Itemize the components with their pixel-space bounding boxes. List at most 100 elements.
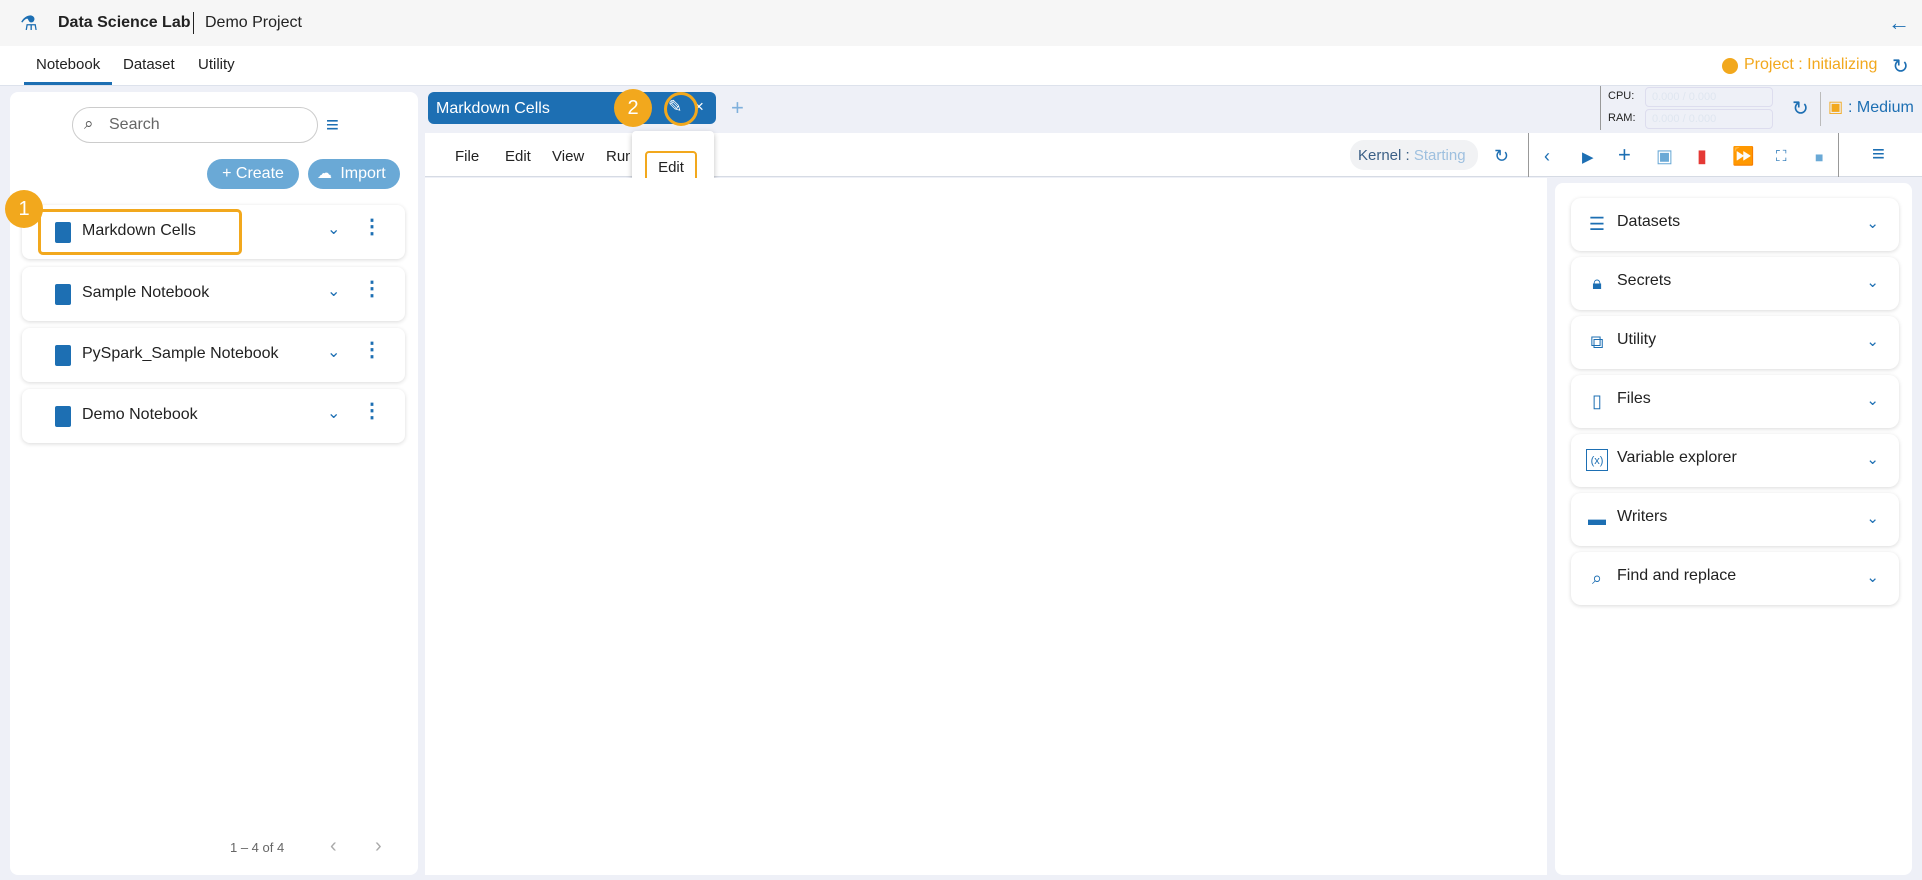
menu-icon[interactable]: ≡ (326, 112, 339, 138)
database-icon: ☰ (1588, 214, 1606, 234)
more-options-icon[interactable]: ⋮ (362, 217, 382, 237)
hamburger-menu-icon[interactable]: ≡ (1872, 141, 1885, 167)
divider (1600, 86, 1601, 130)
notebook-icon (55, 284, 71, 305)
cpu-label: CPU: (1608, 90, 1635, 102)
panel-files[interactable]: ▯ Files ⌄ (1571, 375, 1899, 428)
chevron-left-icon[interactable]: ‹ (1544, 146, 1550, 167)
search-placeholder: Search (109, 116, 160, 133)
more-options-icon[interactable]: ⋮ (362, 340, 382, 360)
tab-utility[interactable]: Utility (198, 56, 235, 73)
kernel-status: Kernel : Starting (1350, 140, 1478, 170)
cloud-download-icon: ☁ (317, 165, 332, 182)
lock-key-icon: 🔒︎ (1592, 273, 1602, 293)
search-input[interactable]: Search (72, 107, 318, 143)
more-options-icon[interactable]: ⋮ (362, 279, 382, 299)
chevron-down-icon[interactable]: ⌄ (327, 342, 340, 362)
tab-notebook[interactable]: Notebook (36, 56, 100, 73)
annotation-badge-2: 2 (614, 89, 652, 127)
chevron-down-icon: ⌄ (1866, 569, 1879, 586)
pagination-label: 1 – 4 of 4 (230, 840, 285, 855)
divider (1820, 92, 1821, 126)
divider (193, 12, 194, 34)
notebook-editor-area[interactable] (425, 178, 1547, 875)
notebook-name: PySpark_Sample Notebook (82, 345, 279, 362)
project-name: Demo Project (205, 14, 302, 31)
chevron-down-icon: ⌄ (1866, 333, 1879, 350)
kernel-state: Starting (1413, 147, 1466, 164)
chevron-down-icon: ⌄ (1866, 392, 1879, 409)
stop-icon[interactable]: ■ (1815, 149, 1823, 165)
nav-tabs: Notebook Dataset Utility Project : Initi… (0, 46, 1922, 86)
panel-variable-explorer[interactable]: (x) Variable explorer ⌄ (1571, 434, 1899, 487)
find-replace-icon: ⌕ (1591, 568, 1603, 588)
kernel-label: Kernel : (1358, 147, 1410, 164)
list-item[interactable]: Sample Notebook ⌄ ⋮ (22, 267, 405, 321)
list-item[interactable]: PySpark_Sample Notebook ⌄ ⋮ (22, 328, 405, 382)
project-status: Project : Initializing (1744, 56, 1878, 73)
cpu-usage: 0.000 / 0.000 (1645, 87, 1773, 107)
notebook-icon (55, 345, 71, 366)
tab-dataset[interactable]: Dataset (123, 56, 175, 73)
save-icon[interactable]: ▣ (1656, 146, 1673, 167)
add-cell-icon[interactable]: + (1618, 142, 1631, 168)
chevron-down-icon[interactable]: ⌄ (327, 281, 340, 301)
more-options-icon[interactable]: ⋮ (362, 401, 382, 421)
resource-size: : Medium (1848, 99, 1914, 116)
add-tab-icon[interactable]: + (731, 95, 744, 121)
create-button[interactable]: + Create (207, 159, 299, 189)
ram-usage: 0.000 / 0.000 (1645, 109, 1773, 129)
import-label: Import (340, 165, 386, 182)
chevron-down-icon: ⌄ (1866, 451, 1879, 468)
divider (1838, 133, 1839, 177)
app-name: Data Science Lab (58, 14, 191, 31)
next-page-icon[interactable]: › (375, 835, 382, 858)
chevron-down-icon: ⌄ (1866, 274, 1879, 291)
chevron-down-icon: ⌄ (1866, 215, 1879, 232)
active-tab-underline (24, 82, 112, 85)
status-dot-icon (1722, 58, 1738, 74)
panel-secrets[interactable]: 🔒︎ Secrets ⌄ (1571, 257, 1899, 310)
panel-datasets[interactable]: ☰ Datasets ⌄ (1571, 198, 1899, 251)
menu-run[interactable]: Run (606, 148, 630, 165)
panel-label: Writers (1617, 508, 1668, 525)
annotation-badge-1: 1 (5, 190, 43, 228)
app-header: ⚗ Data Science Lab Demo Project ← (0, 0, 1922, 46)
menu-edit[interactable]: Edit (505, 148, 531, 165)
notebook-tab-label: Markdown Cells (436, 100, 550, 117)
fullscreen-icon[interactable]: ⛶ (1776, 148, 1787, 165)
python-icon: ⧉ (1590, 332, 1604, 352)
panel-label: Secrets (1617, 272, 1672, 289)
run-all-icon[interactable]: ⏩ (1732, 146, 1754, 167)
panel-label: Files (1617, 390, 1651, 407)
panel-label: Variable explorer (1617, 449, 1737, 466)
notebook-icon (55, 406, 71, 427)
prev-page-icon[interactable]: ‹ (330, 835, 337, 858)
file-icon: ▯ (1592, 391, 1602, 411)
notebook-name: Sample Notebook (82, 284, 210, 301)
refresh-resources-icon[interactable]: ↻ (1792, 96, 1809, 121)
run-icon[interactable]: ▶ (1582, 148, 1594, 166)
panel-label: Find and replace (1617, 567, 1737, 584)
panel-utility[interactable]: ⧉ Utility ⌄ (1571, 316, 1899, 369)
restart-kernel-icon[interactable]: ↻ (1494, 146, 1509, 167)
menu-view[interactable]: View (552, 148, 584, 165)
highlight-circle (664, 92, 698, 126)
menu-file[interactable]: File (455, 148, 479, 165)
chevron-down-icon: ⌄ (1866, 510, 1879, 527)
refresh-icon[interactable]: ↻ (1892, 54, 1909, 79)
flask-logo-icon: ⚗ (20, 13, 38, 35)
highlight-box (38, 209, 242, 255)
chevron-down-icon[interactable]: ⌄ (327, 219, 340, 239)
chevron-down-icon[interactable]: ⌄ (327, 403, 340, 423)
panel-label: Datasets (1617, 213, 1681, 230)
delete-icon[interactable]: ▮ (1697, 146, 1707, 167)
chip-icon: ▣ (1828, 99, 1844, 116)
panel-writers[interactable]: ▬ Writers ⌄ (1571, 493, 1899, 546)
back-arrow-icon[interactable]: ← (1888, 10, 1910, 36)
panel-find-replace[interactable]: ⌕ Find and replace ⌄ (1571, 552, 1899, 605)
divider (1528, 133, 1529, 177)
list-item[interactable]: Demo Notebook ⌄ ⋮ (22, 389, 405, 443)
search-icon: ⌕ (84, 114, 94, 133)
folder-icon: ▬ (1588, 509, 1606, 529)
